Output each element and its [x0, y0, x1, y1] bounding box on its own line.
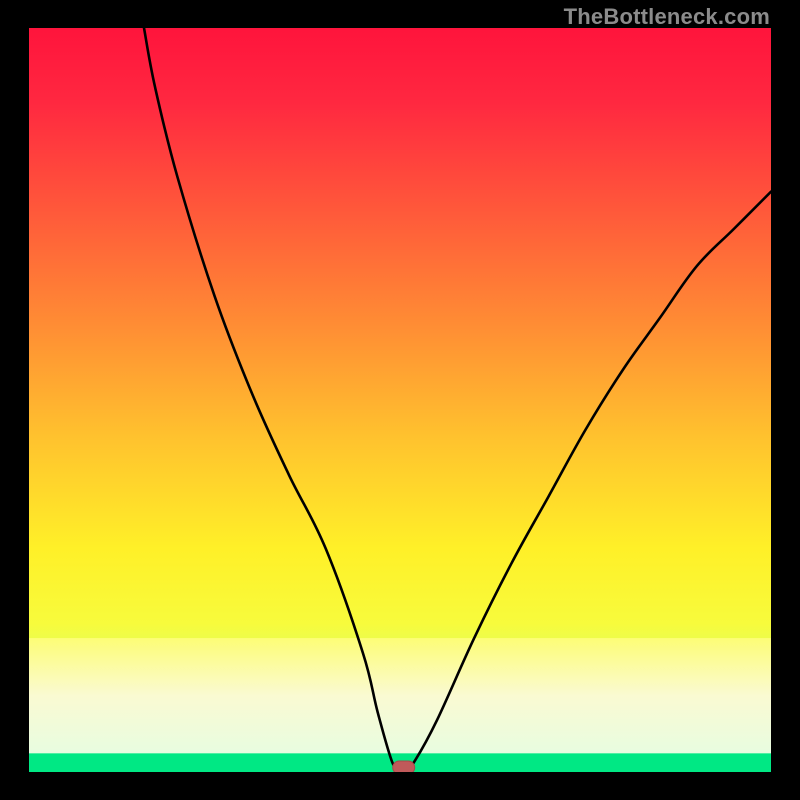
bottleneck-chart [29, 28, 771, 772]
optimal-marker [393, 761, 415, 772]
plot-area [29, 28, 771, 772]
watermark-text: TheBottleneck.com [564, 4, 770, 30]
chart-frame: TheBottleneck.com [0, 0, 800, 800]
pale-band [29, 638, 771, 753]
